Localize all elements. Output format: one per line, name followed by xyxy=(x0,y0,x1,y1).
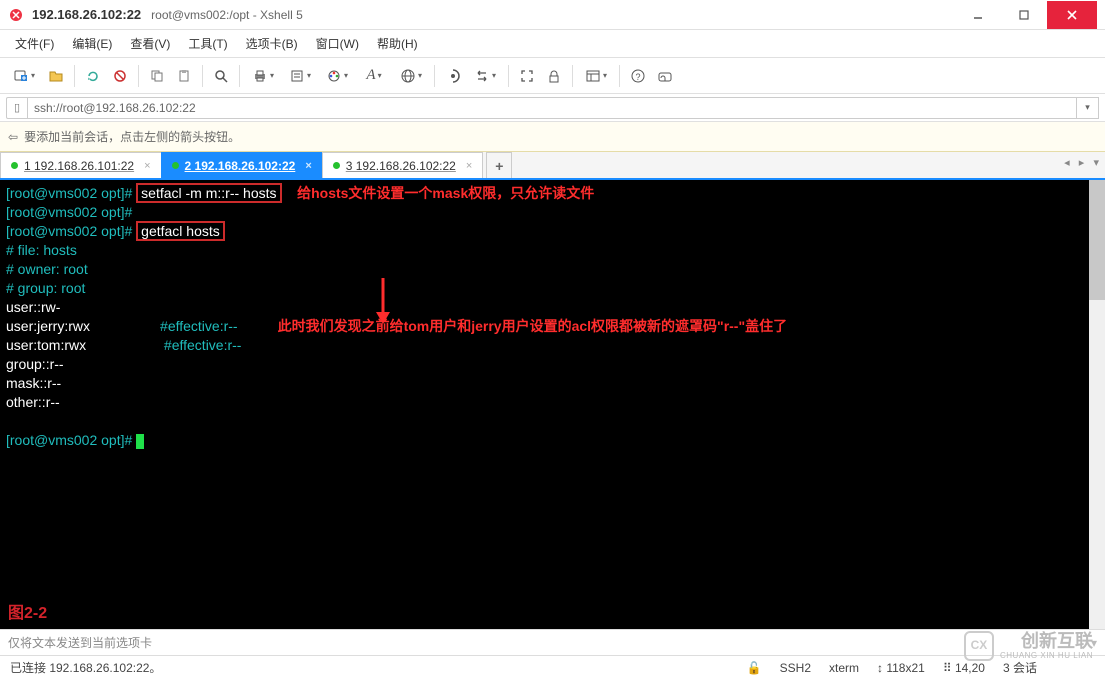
cmd-getfacl: getfacl hosts xyxy=(136,221,225,241)
prompt: [root@vms002 opt]# xyxy=(6,185,136,201)
tab-add-button[interactable]: + xyxy=(486,152,512,178)
hint-bar: ⇦ 要添加当前会话，点击左侧的箭头按钮。 xyxy=(0,122,1105,152)
tab-close-icon[interactable]: × xyxy=(144,160,150,172)
terminal-scrollbar[interactable] xyxy=(1089,180,1105,629)
cursor-icon xyxy=(136,434,144,449)
prompt: [root@vms002 opt]# xyxy=(6,204,136,220)
status-bar: 已连接 192.168.26.102:22。 🔓 SSH2 xterm ↕ 11… xyxy=(0,655,1105,679)
title-bar: 192.168.26.102:22 root@vms002:/opt - Xsh… xyxy=(0,0,1105,30)
xagent-button[interactable] xyxy=(440,62,466,90)
prompt: [root@vms002 opt]# xyxy=(6,223,136,239)
tab-label: 1 192.168.26.101:22 xyxy=(24,159,134,173)
session-tab-1[interactable]: 1 192.168.26.101:22 × xyxy=(0,152,162,178)
reconnect-button[interactable] xyxy=(80,62,106,90)
output-line: mask::r-- xyxy=(6,374,1099,393)
output-line: # file: hosts xyxy=(6,241,1099,260)
output-line: # group: root xyxy=(6,279,1099,298)
send-mode-dropdown[interactable]: ▾ xyxy=(1091,636,1097,650)
color-scheme-button[interactable]: ▾ xyxy=(319,62,355,90)
tab-label: 2 192.168.26.102:22 xyxy=(185,159,296,173)
status-dot-icon xyxy=(333,162,340,169)
font-button[interactable]: A▾ xyxy=(356,62,392,90)
lock-button[interactable] xyxy=(541,62,567,90)
hint-icon[interactable]: ⇦ xyxy=(8,130,18,144)
menu-file[interactable]: 文件(F) xyxy=(6,32,63,55)
menu-help[interactable]: 帮助(H) xyxy=(368,32,427,55)
toolbar: ▾ ▾ ▾ ▾ A▾ ▾ ▾ ▾ ? xyxy=(0,58,1105,94)
address-bookmark-icon[interactable]: ▯ xyxy=(6,97,28,119)
output-effective: #effective:r-- xyxy=(160,318,238,334)
menu-view[interactable]: 查看(V) xyxy=(121,32,179,55)
annotation-2: 此时我们发现之前给tom用户和jerry用户设置的acl权限都被新的遮罩码"r-… xyxy=(278,318,788,334)
help-button[interactable]: ? xyxy=(625,62,651,90)
hint-text: 要添加当前会话，点击左侧的箭头按钮。 xyxy=(24,128,240,145)
window-close[interactable] xyxy=(1047,1,1097,29)
tab-nav-arrows[interactable]: ◂ ▸ ▾ xyxy=(1064,156,1099,169)
fullscreen-button[interactable] xyxy=(514,62,540,90)
status-dot-icon xyxy=(11,162,18,169)
session-tab-3[interactable]: 3 192.168.26.102:22 × xyxy=(322,152,484,178)
output-line: user::rw- xyxy=(6,298,1099,317)
new-session-button[interactable]: ▾ xyxy=(6,62,42,90)
status-dot-icon xyxy=(172,162,179,169)
lock-icon: 🔓 xyxy=(747,661,762,675)
session-tab-bar: 1 192.168.26.101:22 × 2 192.168.26.102:2… xyxy=(0,152,1105,180)
open-session-button[interactable] xyxy=(43,62,69,90)
window-maximize[interactable] xyxy=(1001,1,1047,29)
tab-close-icon[interactable]: × xyxy=(305,160,311,172)
status-sessions: 3 会话 xyxy=(1003,659,1037,676)
send-bar[interactable]: 仅将文本发送到当前选项卡 ▾ xyxy=(0,629,1105,655)
prompt: [root@vms002 opt]# xyxy=(6,432,136,448)
print-button[interactable]: ▾ xyxy=(245,62,281,90)
status-size: ↕ 118x21 xyxy=(877,661,925,675)
view-layout-button[interactable]: ▾ xyxy=(578,62,614,90)
properties-button[interactable]: ▾ xyxy=(282,62,318,90)
paste-button[interactable] xyxy=(171,62,197,90)
disconnect-button[interactable] xyxy=(107,62,133,90)
annotation-1: 给hosts文件设置一个mask权限，只允许读文件 xyxy=(297,185,594,201)
status-term: xterm xyxy=(829,661,859,675)
address-input[interactable]: ssh://root@192.168.26.102:22 xyxy=(28,97,1077,119)
session-tab-2[interactable]: 2 192.168.26.102:22 × xyxy=(161,152,323,178)
output-line: other::r-- xyxy=(6,393,1099,412)
svg-text:?: ? xyxy=(635,72,640,82)
find-button[interactable] xyxy=(208,62,234,90)
menu-tab[interactable]: 选项卡(B) xyxy=(237,32,307,55)
status-cursor: ⠿ 14,20 xyxy=(943,661,985,675)
status-connected: 已连接 192.168.26.102:22。 xyxy=(10,659,161,676)
menu-edit[interactable]: 编辑(E) xyxy=(63,32,121,55)
menu-window[interactable]: 窗口(W) xyxy=(307,32,368,55)
send-bar-placeholder: 仅将文本发送到当前选项卡 xyxy=(8,634,152,651)
menu-bar: 文件(F) 编辑(E) 查看(V) 工具(T) 选项卡(B) 窗口(W) 帮助(… xyxy=(0,30,1105,58)
window-minimize[interactable] xyxy=(955,1,1001,29)
tab-close-icon[interactable]: × xyxy=(466,160,472,172)
window-title: 192.168.26.102:22 xyxy=(32,7,141,22)
output-line: # owner: root xyxy=(6,260,1099,279)
transfer-button[interactable]: ▾ xyxy=(467,62,503,90)
output-line: user:jerry:rwx xyxy=(6,318,160,334)
figure-label: 图2-2 xyxy=(8,604,47,623)
copy-button[interactable] xyxy=(144,62,170,90)
output-line: group::r-- xyxy=(6,355,1099,374)
status-protocol: SSH2 xyxy=(780,661,811,675)
tab-label: 3 192.168.26.102:22 xyxy=(346,159,456,173)
encoding-button[interactable]: ▾ xyxy=(393,62,429,90)
cmd-setfacl: setfacl -m m::r-- hosts xyxy=(136,183,281,203)
window-subtitle: root@vms002:/opt - Xshell 5 xyxy=(151,8,303,22)
app-icon xyxy=(8,7,24,23)
address-bar: ▯ ssh://root@192.168.26.102:22 ▾ xyxy=(0,94,1105,122)
terminal[interactable]: [root@vms002 opt]# setfacl -m m::r-- hos… xyxy=(0,180,1105,629)
output-line: user:tom:rwx xyxy=(6,337,164,353)
address-dropdown[interactable]: ▾ xyxy=(1077,97,1099,119)
output-effective: #effective:r-- xyxy=(164,337,242,353)
menu-tools[interactable]: 工具(T) xyxy=(179,32,236,55)
compose-button[interactable] xyxy=(652,62,678,90)
